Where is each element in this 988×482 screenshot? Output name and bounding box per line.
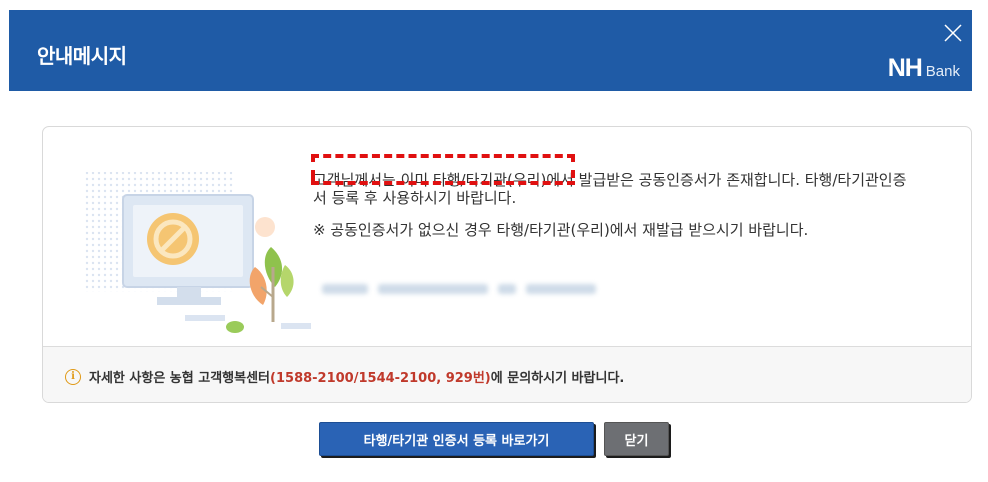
redacted-segment xyxy=(498,284,516,294)
nh-bank-logo: NH Bank xyxy=(888,56,960,81)
highlight-box-lower xyxy=(311,175,575,185)
message-panel: 고객님께서는 이미 타행/타기관(우리)에서 발급받은 공동인증서가 존재합니다… xyxy=(42,126,972,403)
redacted-segment xyxy=(322,284,368,294)
contact-suffix: 에 문의하시기 바랍니다. xyxy=(490,371,625,386)
dialog-title: 안내메시지 xyxy=(37,44,127,68)
redacted-segment xyxy=(378,284,488,294)
contact-info: i 자세한 사항은 농협 고객행복센터 (1588-2100/1544-2100… xyxy=(65,367,624,386)
redacted-info xyxy=(322,277,596,301)
prohibited-icon xyxy=(85,172,311,333)
dialog-header: 안내메시지 NH Bank xyxy=(9,10,972,91)
close-icon[interactable] xyxy=(940,20,966,46)
redacted-segment xyxy=(526,284,596,294)
contact-prefix: 자세한 사항은 농협 고객행복센터 xyxy=(89,371,271,386)
info-icon: i xyxy=(65,368,81,385)
register-certificate-button[interactable]: 타행/타기관 인증서 등록 바로가기 xyxy=(319,422,594,456)
contact-phone: (1588-2100/1544-2100, 929번) xyxy=(270,371,491,386)
close-button[interactable]: 닫기 xyxy=(604,422,669,456)
info-footer: i 자세한 사항은 농협 고객행복센터 (1588-2100/1544-2100… xyxy=(43,346,971,402)
brand-nh: NH xyxy=(887,54,923,82)
brand-bank: Bank xyxy=(925,63,960,80)
notice-line-2: ※ 공동인증서가 없으신 경우 타행/타기관(우리)에서 재발급 받으시기 바랍… xyxy=(313,221,809,239)
button-bar: 타행/타기관 인증서 등록 바로가기 닫기 xyxy=(0,422,988,456)
